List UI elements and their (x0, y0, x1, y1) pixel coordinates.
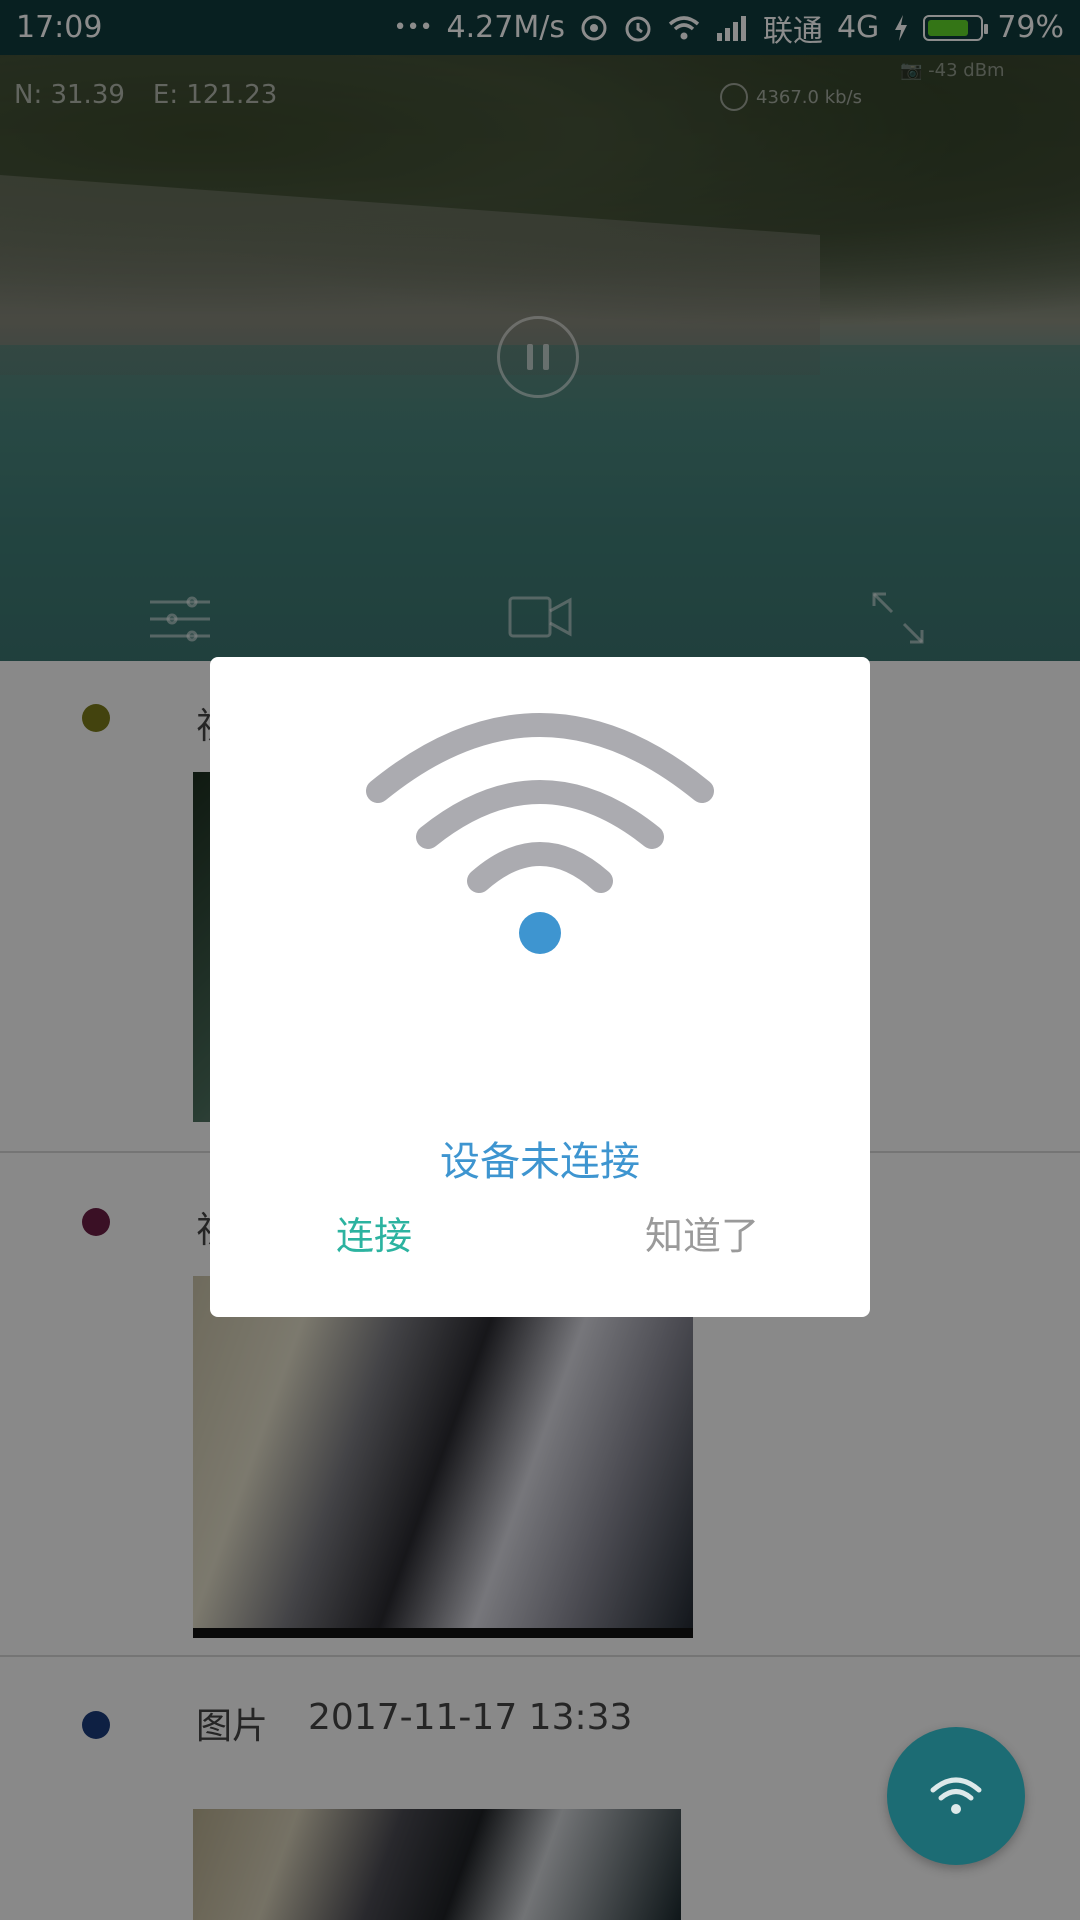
wifi-connect-fab[interactable] (887, 1727, 1025, 1865)
connection-dialog: 设备未连接 连接 知道了 (210, 657, 870, 1317)
dismiss-button[interactable]: 知道了 (645, 1205, 759, 1260)
wifi-icon (930, 1777, 982, 1814)
wifi-icon (366, 713, 714, 954)
connect-button[interactable]: 连接 (336, 1205, 412, 1260)
not-connected-message: 设备未连接 (440, 1139, 640, 1185)
